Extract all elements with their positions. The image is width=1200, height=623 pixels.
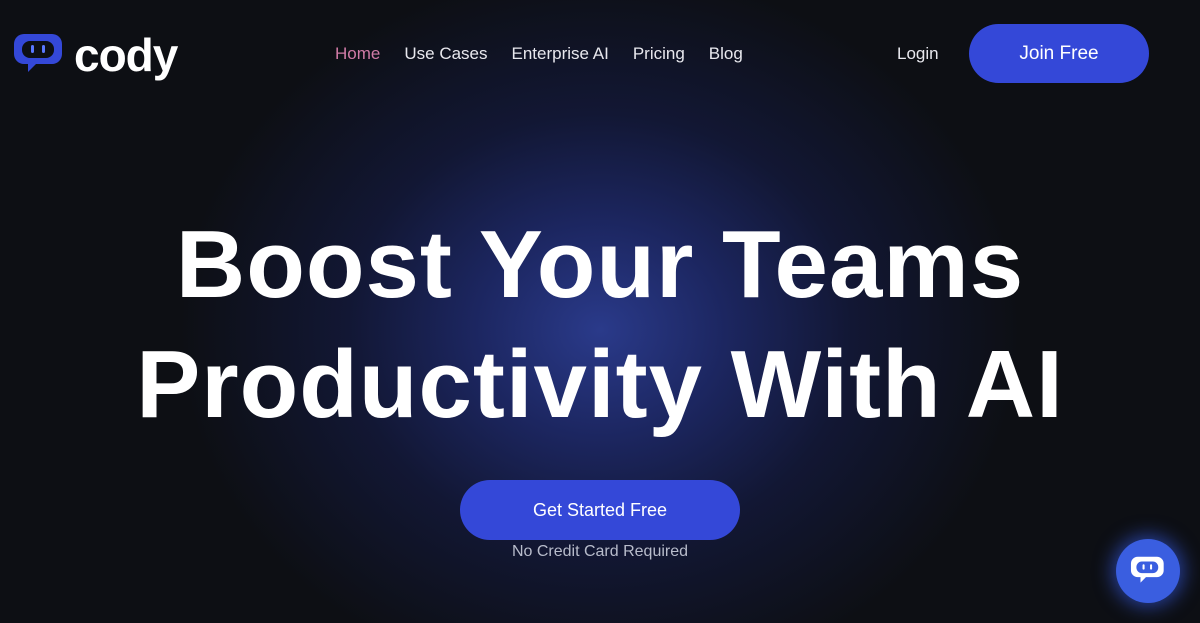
main-nav: Home Use Cases Enterprise AI Pricing Blo… [335,44,743,64]
login-link[interactable]: Login [897,44,939,64]
nav-item-enterprise-ai[interactable]: Enterprise AI [512,44,609,64]
chat-bubble-robot-icon [1130,554,1166,589]
no-credit-card-note: No Credit Card Required [511,543,689,560]
nav-item-use-cases[interactable]: Use Cases [404,44,487,64]
logo[interactable]: cody [14,28,178,81]
join-free-button[interactable]: Join Free [969,24,1149,83]
chat-widget-button[interactable] [1116,539,1180,603]
nav-item-pricing[interactable]: Pricing [633,44,685,64]
nav-item-blog[interactable]: Blog [709,44,743,64]
hero-headline: Boost Your Teams Productivity With AI [0,205,1200,445]
brand-name: cody [74,28,178,81]
site-header: cody Home Use Cases Enterprise AI Pricin… [0,0,1200,100]
nav-item-home[interactable]: Home [335,44,380,64]
chat-bubble-robot-icon [14,30,64,79]
get-started-free-button[interactable]: Get Started Free [460,480,740,540]
headline-line-1: Boost Your Teams [175,211,1025,318]
headline-line-2: Productivity With AI [136,331,1064,438]
